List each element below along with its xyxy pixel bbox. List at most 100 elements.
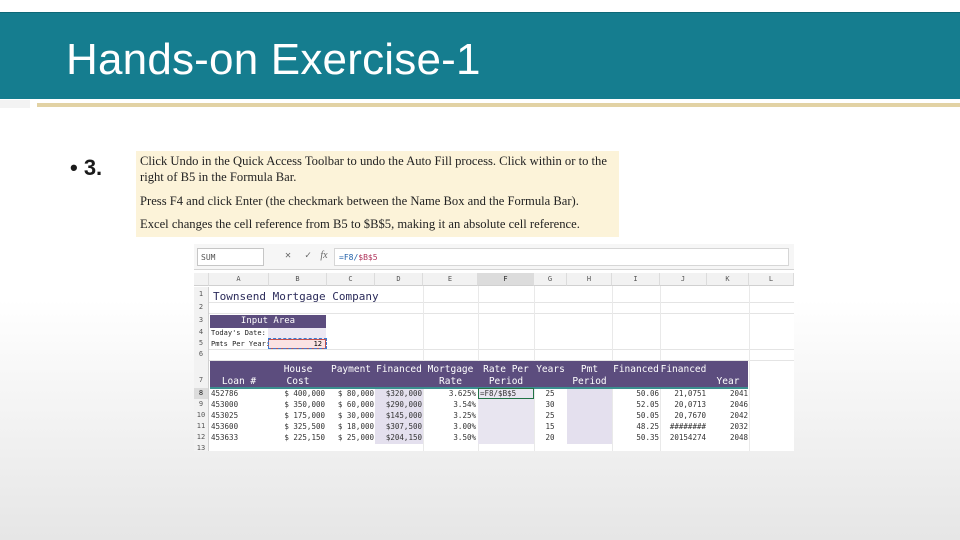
table-cell-loan[interactable]: 452786 bbox=[211, 389, 267, 399]
column-header[interactable]: K bbox=[707, 273, 749, 286]
table-cell-payment[interactable]: $ 30,000 bbox=[328, 411, 374, 421]
gridline bbox=[209, 349, 794, 350]
table-cell-cost[interactable]: $ 350,000 bbox=[270, 400, 325, 410]
table-cell-financed[interactable]: $145,000 bbox=[376, 411, 422, 421]
row-header[interactable]: 11 bbox=[194, 421, 209, 432]
formula-input[interactable]: =F8/$B$5 bbox=[334, 248, 789, 266]
table-header-payment: Payment bbox=[330, 364, 372, 375]
table-cell-financed[interactable]: $290,000 bbox=[376, 400, 422, 410]
table-cell-payment[interactable]: $ 18,000 bbox=[328, 422, 374, 432]
table-cell-r1[interactable]: 50.06 bbox=[613, 389, 659, 399]
table-cell-payment[interactable]: $ 60,000 bbox=[328, 400, 374, 410]
column-header[interactable]: D bbox=[375, 273, 423, 286]
table-cell-r1[interactable]: 50.35 bbox=[613, 433, 659, 443]
title-bar: Hands-on Exercise-1 bbox=[0, 12, 960, 99]
table-cell-r3[interactable]: 2046 bbox=[708, 400, 748, 410]
table-cell-payment[interactable]: $ 80,000 bbox=[328, 389, 374, 399]
table-cell-loan[interactable]: 453025 bbox=[211, 411, 267, 421]
name-box[interactable]: SUM bbox=[197, 248, 264, 266]
table-cell-years[interactable]: 25 bbox=[535, 389, 565, 399]
table-header-financed-3: Financed bbox=[660, 364, 707, 375]
instruction-line-2: Press F4 and click Enter (the checkmark … bbox=[140, 194, 579, 208]
row-header[interactable]: 6 bbox=[194, 349, 209, 360]
table-cell-rpp[interactable] bbox=[480, 400, 532, 410]
column-header[interactable]: F bbox=[478, 273, 534, 286]
column-header[interactable]: A bbox=[209, 273, 269, 286]
formula-bar-area: SUM ✕ ✓ fx =F8/$B$5 bbox=[194, 244, 794, 270]
reference-marquee bbox=[268, 338, 327, 349]
table-cell-r2[interactable]: ######## bbox=[661, 422, 706, 432]
table-cell-rate[interactable]: 3.50% bbox=[424, 433, 476, 443]
table-cell-rate[interactable]: 3.25% bbox=[424, 411, 476, 421]
table-cell-years[interactable]: 20 bbox=[535, 433, 565, 443]
row-header[interactable]: 8 bbox=[194, 388, 209, 399]
table-cell-rate[interactable]: 3.00% bbox=[424, 422, 476, 432]
table-cell-r2[interactable]: 20154274 bbox=[661, 433, 706, 443]
table-cell-years[interactable]: 30 bbox=[535, 400, 565, 410]
table-cell-cost[interactable]: $ 325,500 bbox=[270, 422, 325, 432]
gridline bbox=[209, 313, 794, 314]
table-cell-r1[interactable]: 52.05 bbox=[613, 400, 659, 410]
row-header[interactable]: 4 bbox=[194, 327, 209, 338]
pmt-period-column-shade bbox=[567, 389, 612, 444]
row-header[interactable]: 7 bbox=[194, 360, 209, 388]
table-cell-rpp[interactable] bbox=[480, 422, 532, 432]
select-all-corner[interactable] bbox=[194, 273, 209, 286]
column-header[interactable]: I bbox=[612, 273, 660, 286]
table-header-rate-per-period: Rate Per Period bbox=[483, 364, 529, 387]
table-cell-r2[interactable]: 21,0751 bbox=[661, 389, 706, 399]
column-header[interactable]: H bbox=[567, 273, 612, 286]
table-cell-loan[interactable]: 453633 bbox=[211, 433, 267, 443]
table-cell-years[interactable]: 15 bbox=[535, 422, 565, 432]
row-header[interactable]: 2 bbox=[194, 302, 209, 313]
row-header[interactable]: 10 bbox=[194, 410, 209, 421]
table-cell-cost[interactable]: $ 400,000 bbox=[270, 389, 325, 399]
table-cell-r3[interactable]: 2041 bbox=[708, 389, 748, 399]
function-icon[interactable]: fx bbox=[318, 250, 330, 261]
formula-ref: $B$5 bbox=[358, 253, 378, 262]
row-header[interactable]: 3 bbox=[194, 313, 209, 327]
formula-prefix: =F8/ bbox=[339, 253, 359, 262]
row-header[interactable]: 5 bbox=[194, 338, 209, 349]
instruction-line-1: Click Undo in the Quick Access Toolbar t… bbox=[140, 154, 607, 184]
check-icon[interactable]: ✓ bbox=[302, 250, 314, 261]
sheet-title: Townsend Mortgage Company bbox=[213, 290, 379, 303]
table-cell-r3[interactable]: 2048 bbox=[708, 433, 748, 443]
column-header[interactable]: L bbox=[749, 273, 794, 286]
row-header[interactable]: 9 bbox=[194, 399, 209, 410]
column-header[interactable]: C bbox=[327, 273, 375, 286]
table-cell-financed[interactable]: $204,150 bbox=[376, 433, 422, 443]
table-cell-r2[interactable]: 20,7670 bbox=[661, 411, 706, 421]
table-cell-loan[interactable]: 453600 bbox=[211, 422, 267, 432]
row-header[interactable]: 1 bbox=[194, 287, 209, 302]
table-header-pmt-period: Pmt Period bbox=[572, 364, 607, 387]
table-cell-cost[interactable]: $ 225,150 bbox=[270, 433, 325, 443]
input-area-header: Input Area bbox=[210, 315, 326, 328]
table-cell-r1[interactable]: 50.05 bbox=[613, 411, 659, 421]
active-cell[interactable] bbox=[478, 388, 534, 399]
table-cell-r3[interactable]: 2032 bbox=[708, 422, 748, 432]
table-cell-loan[interactable]: 453000 bbox=[211, 400, 267, 410]
column-header[interactable]: B bbox=[269, 273, 327, 286]
table-cell-rpp[interactable] bbox=[480, 433, 532, 443]
table-cell-financed[interactable]: $307,500 bbox=[376, 422, 422, 432]
instruction-line-3: Excel changes the cell reference from B5… bbox=[140, 217, 580, 231]
row-header[interactable]: 12 bbox=[194, 432, 209, 443]
table-cell-rate[interactable]: 3.54% bbox=[424, 400, 476, 410]
accent-divider bbox=[37, 103, 960, 107]
close-icon[interactable]: ✕ bbox=[282, 250, 294, 261]
column-header[interactable]: G bbox=[534, 273, 567, 286]
column-header[interactable]: J bbox=[660, 273, 707, 286]
table-cell-r1[interactable]: 48.25 bbox=[613, 422, 659, 432]
table-cell-r2[interactable]: 20,0713 bbox=[661, 400, 706, 410]
table-cell-cost[interactable]: $ 175,000 bbox=[270, 411, 325, 421]
table-cell-payment[interactable]: $ 25,000 bbox=[328, 433, 374, 443]
column-header[interactable]: E bbox=[423, 273, 478, 286]
row-header[interactable]: 13 bbox=[194, 443, 209, 451]
table-cell-financed[interactable]: $320,000 bbox=[376, 389, 422, 399]
table-cell-r3[interactable]: 2042 bbox=[708, 411, 748, 421]
gridline bbox=[749, 286, 750, 451]
table-cell-years[interactable]: 25 bbox=[535, 411, 565, 421]
table-cell-rate[interactable]: 3.625% bbox=[424, 389, 476, 399]
table-cell-rpp[interactable] bbox=[480, 411, 532, 421]
